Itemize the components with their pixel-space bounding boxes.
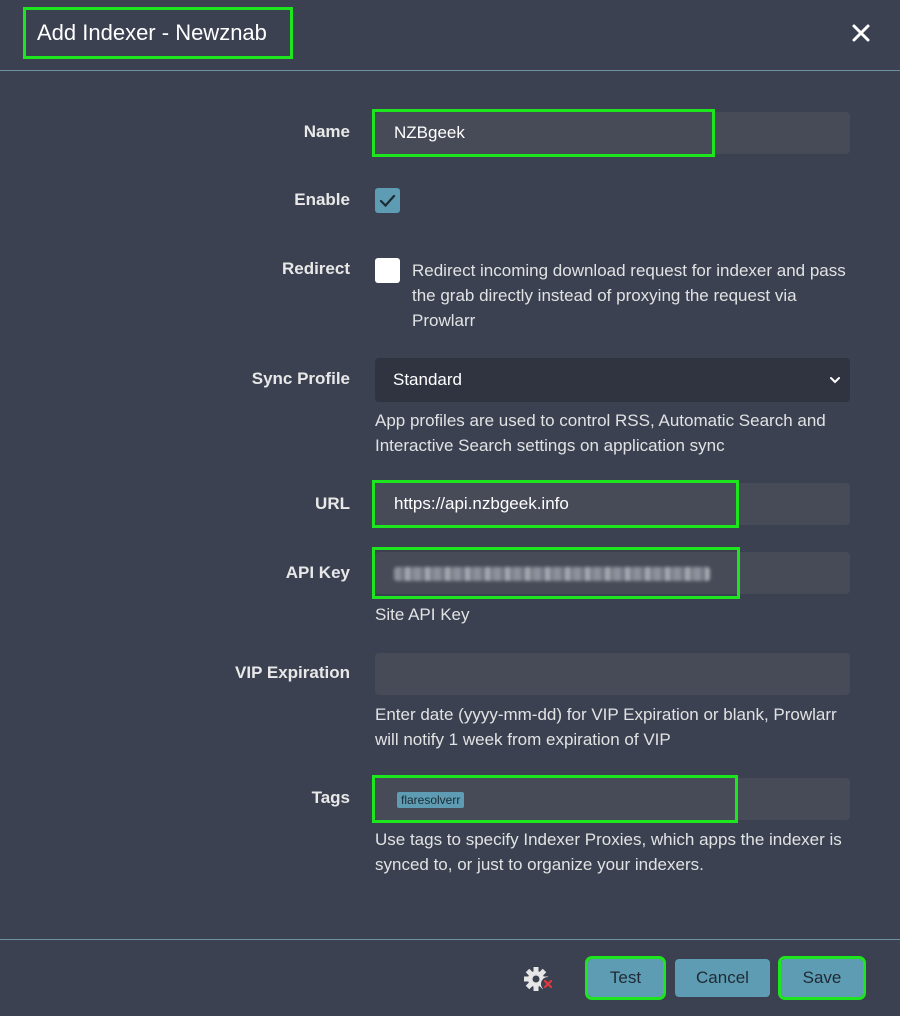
api-key-input[interactable]	[372, 547, 740, 599]
url-label: URL	[315, 494, 350, 513]
vip-expiration-label: VIP Expiration	[235, 663, 350, 682]
redirect-checkbox[interactable]	[375, 258, 400, 283]
sync-profile-select[interactable]: Standard	[375, 358, 850, 402]
redirect-label: Redirect	[281, 259, 350, 278]
sync-profile-label: Sync Profile	[251, 369, 350, 388]
redirect-help: Redirect incoming download request for i…	[412, 261, 846, 330]
modal-title: Add Indexer - Newznab	[23, 7, 293, 59]
name-input[interactable]: NZBgeek	[372, 109, 715, 157]
api-key-help: Site API Key	[375, 605, 470, 624]
tags-input[interactable]: flaresolverr	[372, 775, 738, 823]
tag-chip[interactable]: flaresolverr	[397, 791, 465, 808]
save-button[interactable]: Save	[778, 956, 866, 1000]
test-button[interactable]: Test	[585, 956, 666, 1000]
url-input[interactable]: https://api.nzbgeek.info	[372, 480, 739, 528]
enable-checkbox[interactable]	[375, 188, 400, 213]
enable-label: Enable	[294, 190, 350, 209]
name-label: Name	[303, 122, 350, 141]
vip-expiration-input[interactable]	[375, 653, 850, 695]
api-key-redacted	[394, 566, 710, 581]
sync-profile-value: Standard	[393, 370, 462, 389]
tags-help: Use tags to specify Indexer Proxies, whi…	[375, 830, 842, 874]
cancel-button[interactable]: Cancel	[675, 959, 770, 997]
tags-label: Tags	[311, 788, 350, 807]
chevron-down-icon	[830, 377, 840, 384]
vip-expiration-help: Enter date (yyyy-mm-dd) for VIP Expirati…	[375, 705, 837, 749]
checkmark-icon	[379, 194, 396, 208]
gear-error-icon	[524, 967, 555, 991]
modal-header: Add Indexer - Newznab	[0, 0, 900, 71]
sync-profile-help: App profiles are used to control RSS, Au…	[375, 411, 826, 455]
close-icon[interactable]	[850, 22, 872, 44]
api-key-label: API Key	[285, 563, 350, 582]
